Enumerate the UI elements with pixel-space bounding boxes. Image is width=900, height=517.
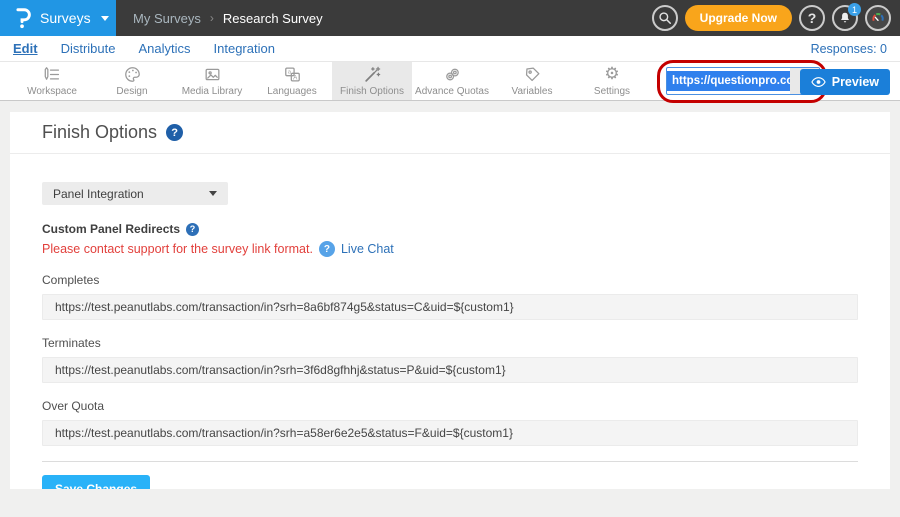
palette-icon — [123, 65, 142, 84]
survey-url-input[interactable]: https://questionpro.com/t/A — [666, 67, 820, 95]
over-quota-label: Over Quota — [42, 399, 858, 413]
finish-options-help-icon[interactable]: ? — [166, 124, 183, 141]
finish-options-panel: Finish Options ? Panel Integration Custo… — [10, 112, 890, 489]
gauge-icon — [870, 10, 886, 26]
section-label: Custom Panel Redirects — [42, 222, 180, 236]
breadcrumb-current: Research Survey — [223, 11, 323, 26]
translate-icon: a A — [283, 65, 302, 84]
toolbar-item-languages[interactable]: a A Languages — [252, 62, 332, 100]
divider — [42, 461, 858, 462]
preview-button[interactable]: Preview — [800, 69, 890, 95]
svg-text:A: A — [293, 74, 298, 81]
responses-count[interactable]: Responses: 0 — [811, 42, 887, 56]
save-changes-button[interactable]: Save Changes — [42, 475, 150, 489]
search-icon — [658, 11, 672, 25]
live-chat-icon[interactable]: ? — [319, 241, 335, 257]
over-quota-url-field[interactable]: https://test.peanutlabs.com/transaction/… — [42, 420, 858, 446]
chevron-down-icon — [209, 191, 217, 196]
completes-label: Completes — [42, 273, 858, 287]
notifications-button[interactable]: 1 — [832, 5, 858, 31]
toolbar-item-advance-quotas[interactable]: Advance Quotas — [412, 62, 492, 100]
search-button[interactable] — [652, 5, 678, 31]
tab-analytics[interactable]: Analytics — [138, 41, 190, 56]
chevron-down-icon — [101, 16, 109, 21]
gear-icon: ⚙ — [604, 65, 619, 84]
toolbar-item-media-library[interactable]: Media Library — [172, 62, 252, 100]
toolbar-item-design[interactable]: Design — [92, 62, 172, 100]
finish-option-type-dropdown[interactable]: Panel Integration — [42, 182, 228, 205]
account-avatar[interactable] — [865, 5, 891, 31]
tab-integration[interactable]: Integration — [214, 41, 275, 56]
panel-body: Panel Integration Custom Panel Redirects… — [10, 182, 890, 489]
app-name: Surveys — [40, 10, 91, 26]
magic-wand-icon — [363, 65, 382, 84]
survey-url-zone: https://questionpro.com/t/A — [666, 67, 820, 95]
completes-url-field[interactable]: https://test.peanutlabs.com/transaction/… — [42, 294, 858, 320]
tag-icon — [523, 65, 542, 84]
breadcrumb-my-surveys[interactable]: My Surveys — [133, 11, 201, 26]
notification-badge: 1 — [848, 3, 861, 16]
app-switcher[interactable]: Surveys — [0, 0, 116, 36]
question-mark-icon: ? — [808, 10, 817, 26]
help-button[interactable]: ? — [799, 5, 825, 31]
top-header: Surveys My Surveys › Research Survey Upg… — [0, 0, 900, 36]
eye-icon — [811, 76, 826, 88]
panel-header: Finish Options ? — [10, 112, 890, 154]
custom-panel-redirects-header: Custom Panel Redirects ? — [42, 222, 858, 236]
edit-toolbar: Workspace Design Media Library a A Langu… — [0, 62, 900, 101]
live-chat-link[interactable]: Live Chat — [341, 242, 394, 256]
toolbar-item-settings[interactable]: ⚙ Settings — [572, 62, 652, 100]
terminates-url-field[interactable]: https://test.peanutlabs.com/transaction/… — [42, 357, 858, 383]
tab-edit[interactable]: Edit — [13, 41, 38, 56]
toolbar-item-workspace[interactable]: Workspace — [12, 62, 92, 100]
toolbar-item-finish-options[interactable]: Finish Options — [332, 62, 412, 100]
terminates-label: Terminates — [42, 336, 858, 350]
header-actions: Upgrade Now ? 1 — [652, 0, 891, 36]
breadcrumb-separator: › — [210, 11, 214, 25]
image-icon — [203, 65, 222, 84]
page-title: Finish Options — [42, 122, 157, 143]
chain-link-icon — [443, 65, 462, 84]
section-help-icon[interactable]: ? — [186, 223, 199, 236]
workspace-list-icon — [43, 65, 62, 84]
upgrade-now-button[interactable]: Upgrade Now — [685, 5, 792, 31]
tab-distribute[interactable]: Distribute — [61, 41, 116, 56]
support-warning-row: Please contact support for the survey li… — [42, 241, 858, 257]
survey-url-selected-text: https://questionpro.com/t/A — [667, 71, 790, 91]
toolbar-item-variables[interactable]: Variables — [492, 62, 572, 100]
breadcrumb: My Surveys › Research Survey — [133, 0, 323, 36]
dropdown-selected-value: Panel Integration — [53, 187, 144, 201]
survey-nav-tabs: Edit Distribute Analytics Integration Re… — [0, 36, 900, 62]
questionpro-logo-icon — [13, 7, 32, 29]
warning-text: Please contact support for the survey li… — [42, 242, 313, 256]
